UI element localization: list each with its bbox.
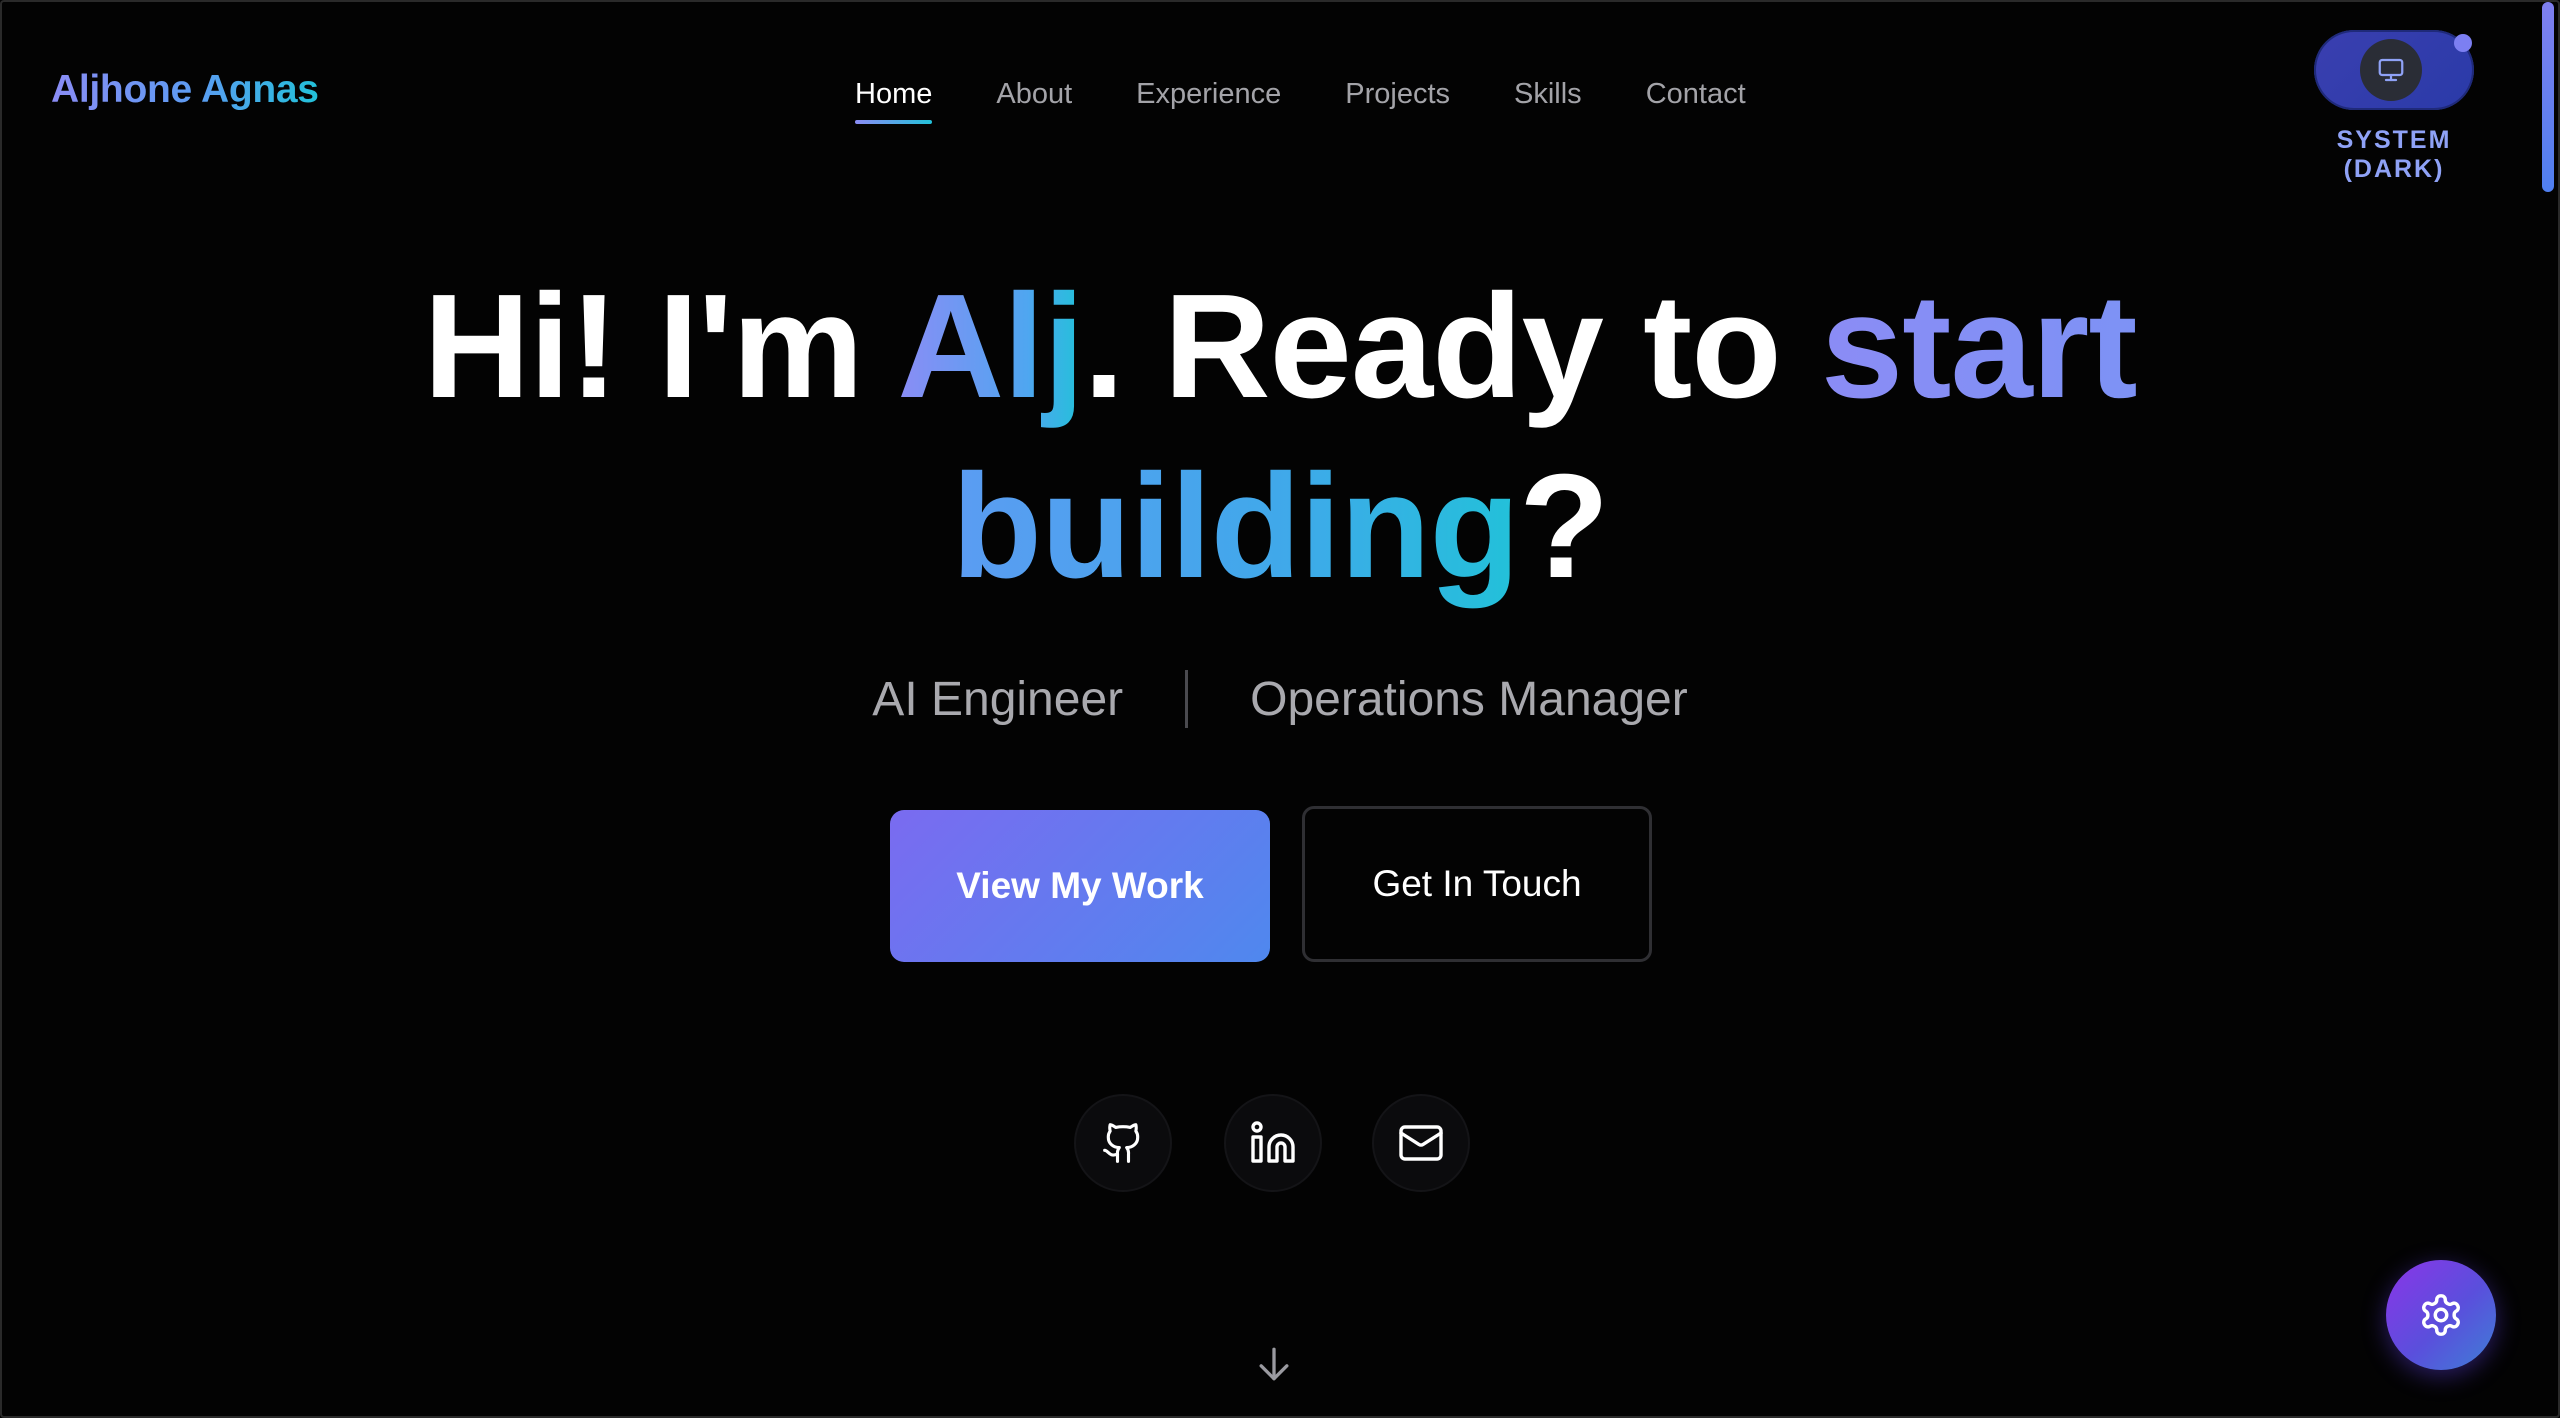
settings-button[interactable]	[2386, 1260, 2496, 1370]
theme-mode-label: SYSTEM (DARK)	[2336, 126, 2452, 183]
hero-title-building: building	[951, 444, 1520, 609]
hero-title: Hi! I'm Alj. Ready to start building?	[2, 257, 2558, 617]
role-ai-engineer: AI Engineer	[872, 672, 1124, 726]
hero-title-question: ?	[1518, 444, 1609, 609]
hero-roles: AI Engineer Operations Manager	[2, 670, 2558, 728]
linkedin-icon	[1251, 1121, 1295, 1163]
nav-skills[interactable]: Skills	[1514, 74, 1582, 114]
arrow-down-icon	[1259, 1347, 1289, 1381]
email-link[interactable]	[1372, 1094, 1470, 1192]
hero-title-start: start	[1820, 264, 2138, 429]
github-icon	[1103, 1123, 1140, 1163]
role-operations-manager: Operations Manager	[1250, 672, 1688, 726]
hero-title-name: Alj	[897, 264, 1084, 429]
mail-icon	[1399, 1125, 1443, 1161]
nav-projects[interactable]: Projects	[1345, 74, 1450, 114]
nav-home[interactable]: Home	[855, 74, 933, 124]
brand-logo[interactable]: Aljhone Agnas	[51, 68, 319, 112]
scrollbar-thumb[interactable]	[2542, 2, 2554, 192]
get-in-touch-button[interactable]: Get In Touch	[1302, 806, 1652, 962]
github-link[interactable]	[1074, 1094, 1172, 1192]
monitor-icon	[2378, 58, 2404, 82]
linkedin-link[interactable]	[1224, 1094, 1322, 1192]
toggle-indicator-dot	[2454, 34, 2472, 52]
role-divider	[1185, 670, 1189, 728]
hero-title-greeting: Hi! I'm	[423, 264, 898, 429]
view-my-work-button[interactable]: View My Work	[890, 810, 1270, 962]
gear-icon	[2422, 1294, 2460, 1336]
scroll-down-button[interactable]	[1252, 1342, 1296, 1386]
main-nav: Home About Experience Projects Skills Co…	[855, 74, 1810, 124]
hero-title-middle: . Ready to	[1083, 264, 1821, 429]
nav-experience[interactable]: Experience	[1136, 74, 1281, 114]
nav-about[interactable]: About	[996, 74, 1072, 114]
theme-toggle[interactable]	[2314, 30, 2474, 110]
page: Aljhone Agnas Home About Experience Proj…	[0, 0, 2560, 1418]
toggle-knob	[2360, 39, 2422, 101]
nav-contact[interactable]: Contact	[1646, 74, 1746, 114]
